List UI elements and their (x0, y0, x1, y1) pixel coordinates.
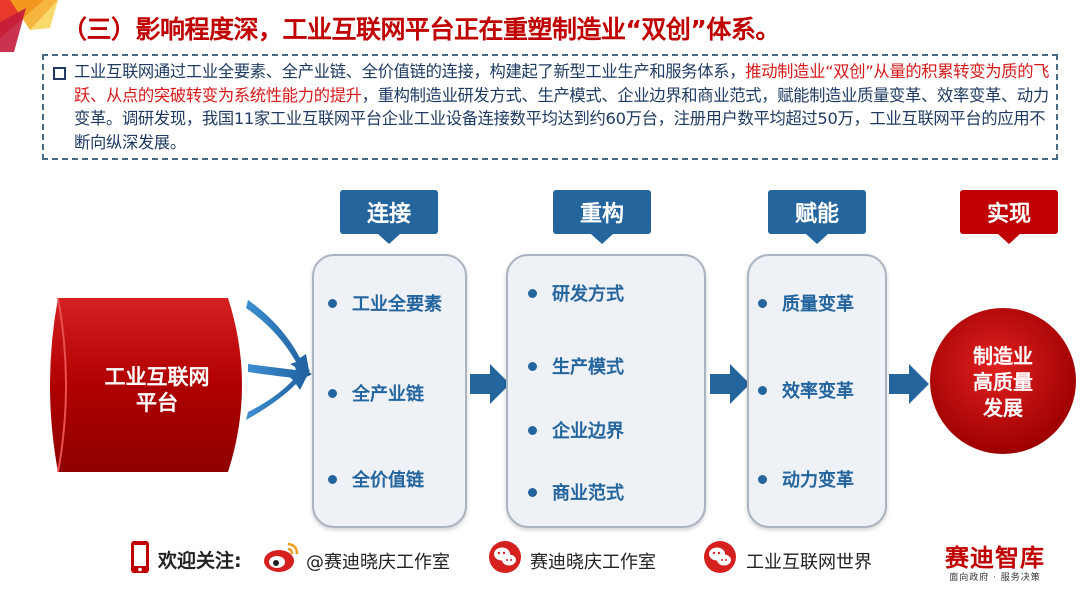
outcome-line1: 制造业 (973, 344, 1033, 368)
bullet-dot-icon (528, 487, 537, 497)
outcome-line3: 发展 (983, 396, 1023, 420)
weibo-account[interactable]: @赛迪晓庆工作室 (306, 548, 450, 574)
bullet-dot-icon (328, 474, 337, 484)
curved-arrows (246, 300, 312, 420)
right-arrow-icon (889, 364, 929, 404)
bullet-dot-icon (328, 298, 337, 308)
list-item: 全产业链 (328, 380, 424, 406)
right-arrow-icon (470, 364, 510, 404)
square-bullet-icon (53, 67, 66, 80)
outcome-line2: 高质量 (973, 370, 1033, 394)
bullet-dot-icon (758, 474, 767, 484)
header-empower-pointer (806, 234, 828, 244)
header-connect-pointer (378, 234, 400, 244)
corner-decoration (0, 0, 58, 52)
bullet-dot-icon (328, 388, 337, 398)
wechat-account-1[interactable]: 赛迪晓庆工作室 (530, 548, 656, 574)
weibo-icon[interactable] (262, 540, 300, 574)
bullet-dot-icon (758, 385, 767, 395)
intro-part1: 工业互联网通过工业全要素、全产业链、全价值链的连接，构建起了新型工业生产和服务体… (74, 62, 746, 81)
platform-label: 工业互联网 平台 (62, 364, 252, 416)
follow-label: 欢迎关注: (158, 550, 242, 572)
wechat-icon[interactable] (702, 540, 738, 574)
list-item: 研发方式 (528, 280, 624, 306)
header-restructure: 重构 (553, 190, 651, 234)
header-connect: 连接 (340, 190, 438, 234)
platform-line2: 平台 (136, 391, 178, 415)
list-item: 动力变革 (758, 466, 854, 492)
bullet-dot-icon (758, 298, 767, 308)
header-restructure-pointer (591, 234, 613, 244)
bullet-dot-icon (528, 361, 537, 371)
brand-name: 赛迪智库 (945, 544, 1045, 572)
header-empower: 赋能 (768, 190, 866, 234)
list-item: 效率变革 (758, 377, 854, 403)
list-item: 商业范式 (528, 479, 624, 505)
brand-logo: 赛迪智库 面向政府 · 服务决策 (925, 544, 1065, 584)
list-item: 质量变革 (758, 290, 854, 316)
header-achieve-pointer (998, 234, 1020, 244)
phone-icon (131, 541, 149, 573)
platform-line1: 工业互联网 (104, 365, 210, 389)
page-title: （三）影响程度深，工业互联网平台正在重塑制造业“双创”体系。 (62, 15, 780, 44)
list-item: 生产模式 (528, 353, 624, 379)
bullet-dot-icon (528, 425, 537, 435)
brand-slogan: 面向政府 · 服务决策 (949, 573, 1041, 583)
list-item: 企业边界 (528, 417, 624, 443)
list-item: 全价值链 (328, 466, 424, 492)
intro-box: 工业互联网通过工业全要素、全产业链、全价值链的连接，构建起了新型工业生产和服务体… (42, 54, 1058, 160)
wechat-icon[interactable] (487, 540, 523, 574)
wechat-account-2[interactable]: 工业互联网世界 (746, 548, 872, 574)
list-item: 工业全要素 (328, 290, 442, 316)
bullet-dot-icon (528, 288, 537, 298)
right-arrow-icon (710, 364, 750, 404)
intro-text: 工业互联网通过工业全要素、全产业链、全价值链的连接，构建起了新型工业生产和服务体… (74, 60, 1054, 154)
outcome-label: 制造业 高质量 发展 (938, 343, 1068, 421)
header-achieve: 实现 (960, 190, 1058, 234)
